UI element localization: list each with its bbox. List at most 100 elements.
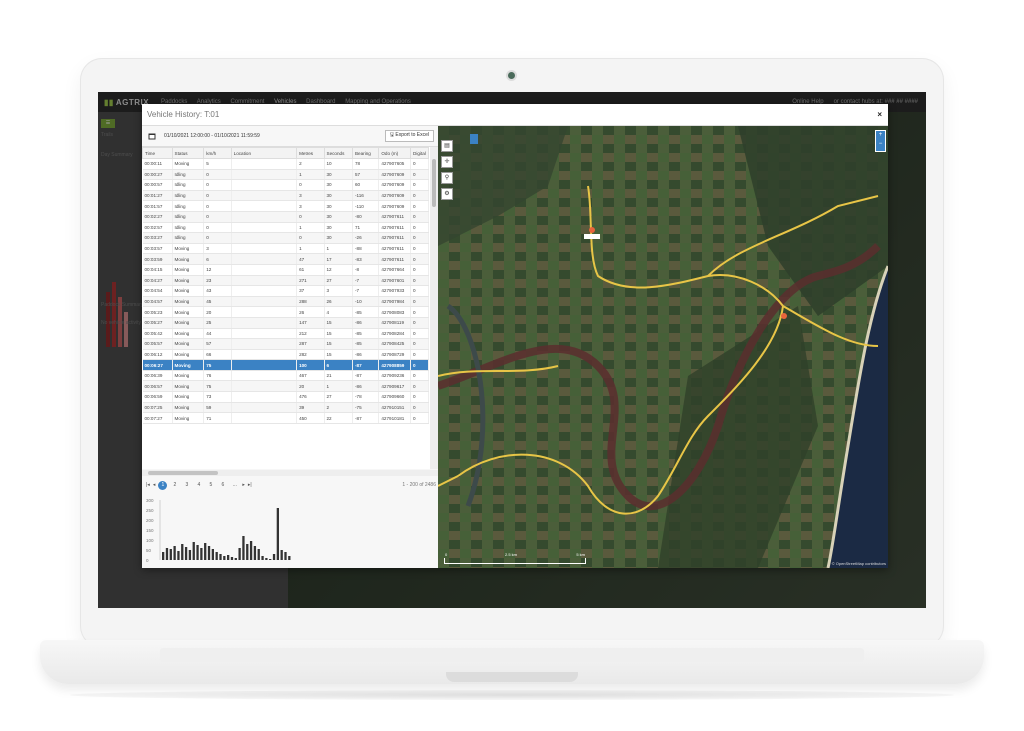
table-cell: Idling (172, 169, 205, 181)
col-metres[interactable]: Metres (296, 147, 325, 159)
table-cell (231, 264, 298, 276)
table-cell: -8 (352, 264, 380, 276)
table-cell: 00:03:57 (142, 243, 173, 255)
table-row[interactable]: 00:03:59 Moving 6 47 17 -83 427907611 0 (142, 253, 429, 265)
table-row[interactable]: 00:06:12 Moving 66 282 15 -86 427908729 0 (142, 349, 429, 361)
date-range[interactable]: 01/10/2021 12:00:00 - 01/10/2021 11:59:5… (164, 133, 260, 139)
history-toolbar: 01/10/2021 12:00:00 - 01/10/2021 11:59:5… (142, 126, 438, 147)
speed-bar (276, 508, 279, 560)
table-row[interactable]: 00:06:59 Moving 73 476 27 -78 427909660 0 (142, 391, 429, 403)
y-tick-label: 150 (146, 528, 154, 533)
col-seconds[interactable]: Seconds (323, 147, 353, 159)
table-row[interactable]: 00:04:27 Moving 23 271 27 -7 427907601 0 (142, 275, 429, 287)
col-bearing[interactable]: Bearing (351, 147, 380, 159)
table-row[interactable]: 00:06:57 Moving 75 20 1 -86 427909617 0 (142, 380, 429, 393)
table-row[interactable]: 00:07:27 Moving 71 450 22 -87 427910181 0 (142, 412, 429, 424)
page-1[interactable]: 1 (158, 480, 168, 490)
table-cell: Moving (172, 275, 205, 287)
table-cell: -83 (352, 253, 380, 265)
table-row[interactable]: 00:03:57 Moving 3 1 1 -88 427907611 0 (142, 243, 429, 255)
horizontal-scrollbar[interactable] (142, 470, 438, 476)
table-cell: 00:07:27 (142, 412, 173, 424)
export-excel-button[interactable]: 🖫 Export to Excel (384, 130, 434, 142)
table-row[interactable]: 00:05:27 Moving 25 147 15 -86 427908119 0 (142, 317, 429, 329)
table-cell: 22 (324, 412, 353, 424)
page-more[interactable]: ... (230, 481, 239, 490)
table-row[interactable]: 00:01:57 Idling 0 3 30 -110 427907609 0 (142, 200, 429, 212)
table-row[interactable]: 00:06:27 Moving 75 100 6 -87 427908859 0 (142, 359, 429, 371)
next-page-icon[interactable]: ▸ (242, 482, 245, 488)
table-row[interactable]: 00:07:25 Moving 59 39 2 -75 427910151 0 (142, 402, 429, 414)
table-cell: 427909617 (378, 380, 412, 393)
table-cell: 00:03:59 (142, 253, 173, 265)
table-cell: -78 (352, 391, 380, 403)
page-3[interactable]: 3 (182, 481, 191, 490)
table-row[interactable]: 00:04:15 Moving 12 61 12 -8 427907664 0 (142, 264, 429, 276)
table-cell: -26 (352, 232, 380, 244)
layers-icon[interactable]: ▤ (441, 140, 453, 152)
last-page-icon[interactable]: ▸| (248, 482, 252, 488)
speed-bar (265, 558, 268, 560)
table-cell: 3 (324, 285, 353, 297)
table-cell: 3 (296, 200, 325, 212)
table-cell: 0 (203, 179, 232, 191)
speed-bar (223, 556, 226, 560)
page-4[interactable]: 4 (194, 481, 203, 490)
prev-page-icon[interactable]: ◂ (153, 482, 156, 488)
table-cell: Moving (172, 380, 205, 393)
table-cell: 0 (203, 232, 232, 244)
table-cell: 30 (324, 211, 353, 223)
table-cell: 0 (410, 243, 429, 255)
col-status[interactable]: Status (171, 147, 205, 159)
zoom-control[interactable]: + − (875, 130, 886, 152)
table-cell: Moving (172, 264, 205, 276)
table-cell: 78 (352, 158, 380, 170)
table-row[interactable]: 00:00:11 Moving 5 2 10 78 427907605 0 (142, 158, 429, 170)
table-cell: 30 (324, 179, 353, 191)
locate-icon[interactable]: ✛ (441, 156, 453, 168)
table-cell: Moving (172, 306, 205, 318)
table-row[interactable]: 00:05:42 Moving 44 212 15 -85 427908284 0 (142, 328, 429, 340)
table-cell: Moving (172, 402, 205, 414)
table-cell: -86 (352, 317, 380, 329)
col-speed[interactable]: km/h (203, 147, 232, 159)
map-marker-end (781, 313, 787, 319)
table-row[interactable]: 00:05:23 Moving 20 26 4 -85 427908083 0 (142, 306, 429, 318)
map-canvas[interactable] (438, 126, 888, 568)
col-digital[interactable]: Digital (410, 147, 429, 159)
table-cell: 0 (410, 232, 429, 244)
satellite-map[interactable]: ▤ ✛ ⚲ ⚙ + − 0 2.5 km 5 km © OpenStreetMap… (438, 126, 888, 568)
map-attribution[interactable]: © OpenStreetMap contributors (832, 561, 886, 566)
pin-icon[interactable]: ⚲ (441, 172, 453, 184)
table-row[interactable]: 00:02:27 Idling 0 0 30 -80 427907611 0 (142, 211, 429, 223)
speed-bar (280, 550, 283, 560)
table-row[interactable]: 00:06:39 Moving 76 467 21 -87 427909236 0 (142, 370, 429, 382)
table-cell: 0 (410, 190, 429, 202)
col-location[interactable]: Location (230, 147, 298, 159)
page-2[interactable]: 2 (170, 481, 179, 490)
col-odo[interactable]: Odo (m) (378, 147, 412, 159)
col-time[interactable]: Time (142, 147, 173, 159)
table-row[interactable]: 00:04:57 Moving 45 288 26 -10 427907984 0 (142, 296, 429, 308)
close-button[interactable]: × (877, 110, 882, 119)
table-row[interactable]: 00:05:57 Moving 57 287 15 -85 427908425 0 (142, 338, 429, 350)
page-6[interactable]: 6 (218, 481, 227, 490)
table-row[interactable]: 00:04:54 Moving 43 37 3 -7 427907933 0 (142, 285, 429, 297)
table-cell: 427907609 (378, 190, 412, 202)
page-5[interactable]: 5 (206, 481, 215, 490)
table-row[interactable]: 00:01:27 Idling 0 3 30 -116 427907609 0 (142, 190, 429, 202)
history-table: Time Status km/h Location Metres Seconds… (142, 147, 438, 469)
table-row[interactable]: 00:00:27 Idling 0 1 30 57 427907609 0 (142, 169, 429, 181)
vertical-scrollbar[interactable] (430, 147, 438, 469)
horizontal-scroll-thumb[interactable] (148, 471, 218, 475)
table-row[interactable]: 00:02:57 Idling 0 1 30 71 427907611 0 (142, 222, 429, 234)
calendar-icon[interactable] (148, 132, 156, 140)
table-row[interactable]: 00:03:27 Idling 0 0 30 -26 427907611 0 (142, 232, 429, 244)
vertical-scroll-thumb[interactable] (432, 159, 436, 207)
table-cell: 427907664 (378, 264, 412, 276)
table-cell: 00:05:27 (142, 317, 173, 329)
first-page-icon[interactable]: |◂ (146, 482, 150, 488)
settings-icon[interactable]: ⚙ (441, 188, 453, 200)
table-row[interactable]: 00:00:57 Idling 0 0 30 60 427907609 0 (142, 179, 429, 191)
table-cell: 0 (410, 317, 429, 329)
